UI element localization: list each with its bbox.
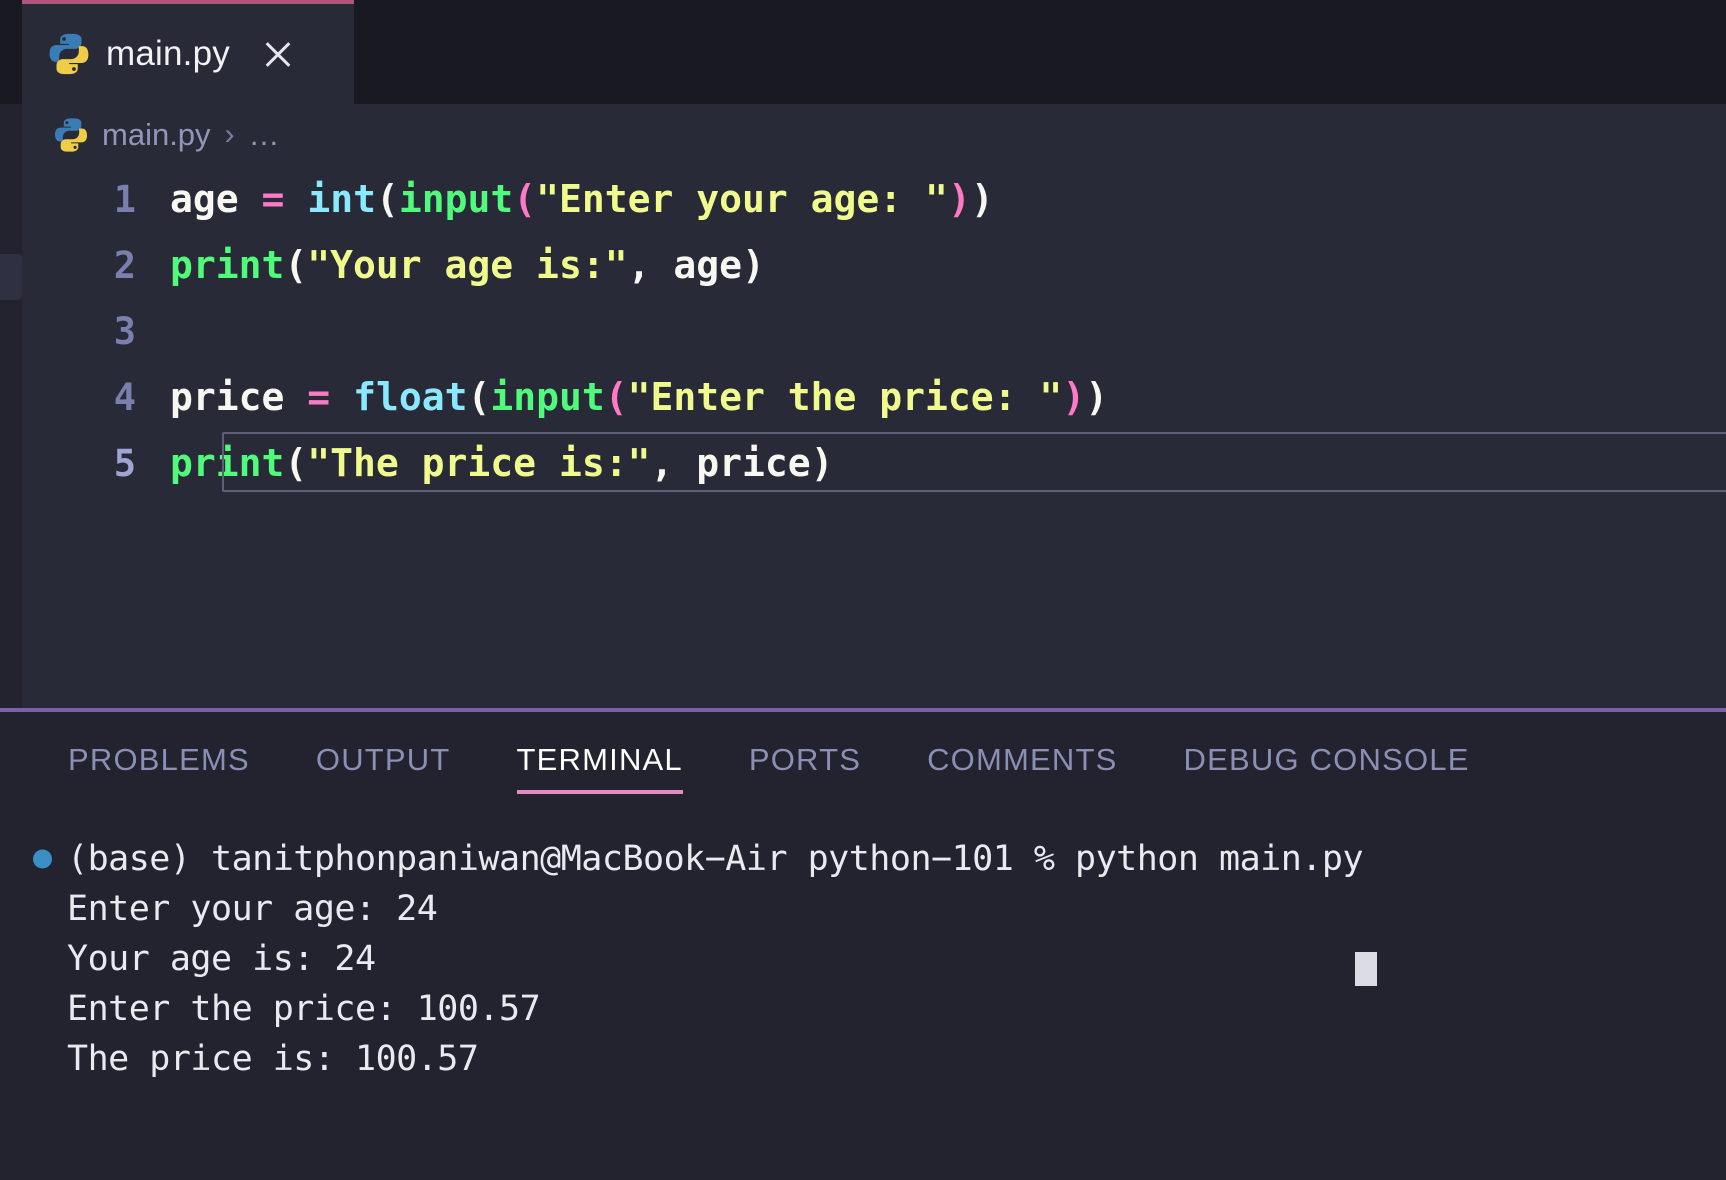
python-icon	[49, 33, 89, 75]
code-token: print	[170, 441, 285, 485]
code-line-3[interactable]: 3	[22, 298, 1726, 364]
panel-tab-terminal[interactable]: TERMINAL	[516, 742, 684, 794]
terminal-text: Enter the price: 100.57	[67, 989, 541, 1029]
code-token: (	[604, 375, 628, 419]
breadcrumb-overflow[interactable]: …	[249, 117, 280, 153]
line-number: 5	[113, 441, 136, 485]
code-token: "The price is:"	[307, 441, 651, 485]
code-token: price	[696, 441, 811, 485]
vscode-window: main.py main.py › … 1 age = int(input("En…	[0, 0, 1726, 1180]
line-number: 2	[113, 243, 136, 287]
code-token: (	[513, 177, 537, 221]
code-token: age	[170, 177, 239, 221]
terminal-output-line: The price is: 100.57	[30, 1034, 1726, 1084]
close-icon[interactable]	[258, 34, 298, 74]
code-token: (	[284, 441, 308, 485]
code-token: int	[307, 177, 376, 221]
terminal-output[interactable]: (base) tanitphonpaniwan@MacBook−Air pyth…	[0, 834, 1726, 1180]
panel-tab-problems[interactable]: PROBLEMS	[68, 742, 250, 794]
code-token: ,	[650, 441, 697, 485]
terminal-text: Enter your age: 24	[67, 889, 438, 929]
code-token: ,	[627, 243, 674, 287]
line-number: 3	[113, 309, 136, 353]
code-token: "Your age is:"	[307, 243, 628, 287]
code-token: )	[1062, 375, 1086, 419]
terminal-output-line: Enter your age: 24	[30, 884, 1726, 934]
scroll-marker	[0, 254, 22, 300]
code-token: )	[1085, 375, 1109, 419]
terminal-output-line: Enter the price: 100.57	[30, 984, 1726, 1034]
code-token: )	[970, 177, 994, 221]
breadcrumb: main.py › …	[22, 104, 1726, 166]
code-token: (	[467, 375, 491, 419]
code-token: "Enter the price: "	[627, 375, 1063, 419]
terminal-text: (base) tanitphonpaniwan@MacBook−Air pyth…	[67, 839, 1364, 879]
editor-left-rail	[0, 104, 22, 708]
code-token: (	[375, 177, 399, 221]
panel-tab-ports[interactable]: PORTS	[749, 742, 861, 794]
chevron-right-icon: ›	[224, 118, 235, 151]
code-line-text: price = float(input("Enter the price: ")…	[170, 375, 1726, 419]
terminal-text: The price is: 100.57	[67, 1039, 479, 1079]
line-number: 1	[113, 177, 136, 221]
code-token: price	[170, 375, 285, 419]
code-token: input	[398, 177, 514, 221]
code-line-4[interactable]: 4 price = float(input("Enter the price: "…	[22, 364, 1726, 430]
breadcrumb-file[interactable]: main.py	[102, 117, 211, 153]
code-token: =	[261, 177, 285, 221]
terminal-prompt-line: (base) tanitphonpaniwan@MacBook−Air pyth…	[30, 834, 1726, 884]
editor-tab-main-py[interactable]: main.py	[22, 0, 354, 104]
code-token: float	[353, 375, 468, 419]
panel-tab-list: PROBLEMS OUTPUT TERMINAL PORTS COMMENTS DEBUG…	[0, 742, 1536, 814]
code-line-text: print("The price is:", price)	[170, 441, 1726, 485]
code-line-text: age = int(input("Enter your age: "))	[170, 177, 1726, 221]
code-token: (	[284, 243, 308, 287]
panel-tab-debug-console[interactable]: DEBUG CONSOLE	[1184, 742, 1470, 794]
terminal-text: Your age is: 24	[67, 939, 376, 979]
code-line-text: print("Your age is:", age)	[170, 243, 1726, 287]
editor-tab-label: main.py	[106, 34, 230, 73]
status-bar	[0, 1174, 1726, 1180]
code-token: "Enter your age: "	[536, 177, 948, 221]
code-line-2[interactable]: 2 print("Your age is:", age)	[22, 232, 1726, 298]
code-line-5[interactable]: 5 print("The price is:", price)	[22, 430, 1726, 496]
editor-tab-bar: main.py	[0, 0, 1726, 104]
code-line-1[interactable]: 1 age = int(input("Enter your age: "))	[22, 166, 1726, 232]
terminal-output-line: Your age is: 24	[30, 934, 1726, 984]
code-editor[interactable]: 1 age = int(input("Enter your age: ")) 2 pr…	[22, 166, 1726, 708]
code-token: age	[673, 243, 742, 287]
panel-tab-output[interactable]: OUTPUT	[316, 742, 451, 794]
code-token: )	[947, 177, 971, 221]
code-token: input	[490, 375, 605, 419]
python-icon	[54, 118, 88, 152]
terminal-cursor	[1355, 952, 1377, 986]
line-number: 4	[113, 375, 136, 419]
panel-tab-comments[interactable]: COMMENTS	[927, 742, 1117, 794]
code-token: )	[741, 243, 765, 287]
bottom-panel: PROBLEMS OUTPUT TERMINAL PORTS COMMENTS DEBUG…	[0, 712, 1726, 1180]
code-token: )	[810, 441, 834, 485]
code-token: print	[170, 243, 285, 287]
code-token: =	[307, 375, 331, 419]
command-status-dot	[33, 849, 52, 869]
